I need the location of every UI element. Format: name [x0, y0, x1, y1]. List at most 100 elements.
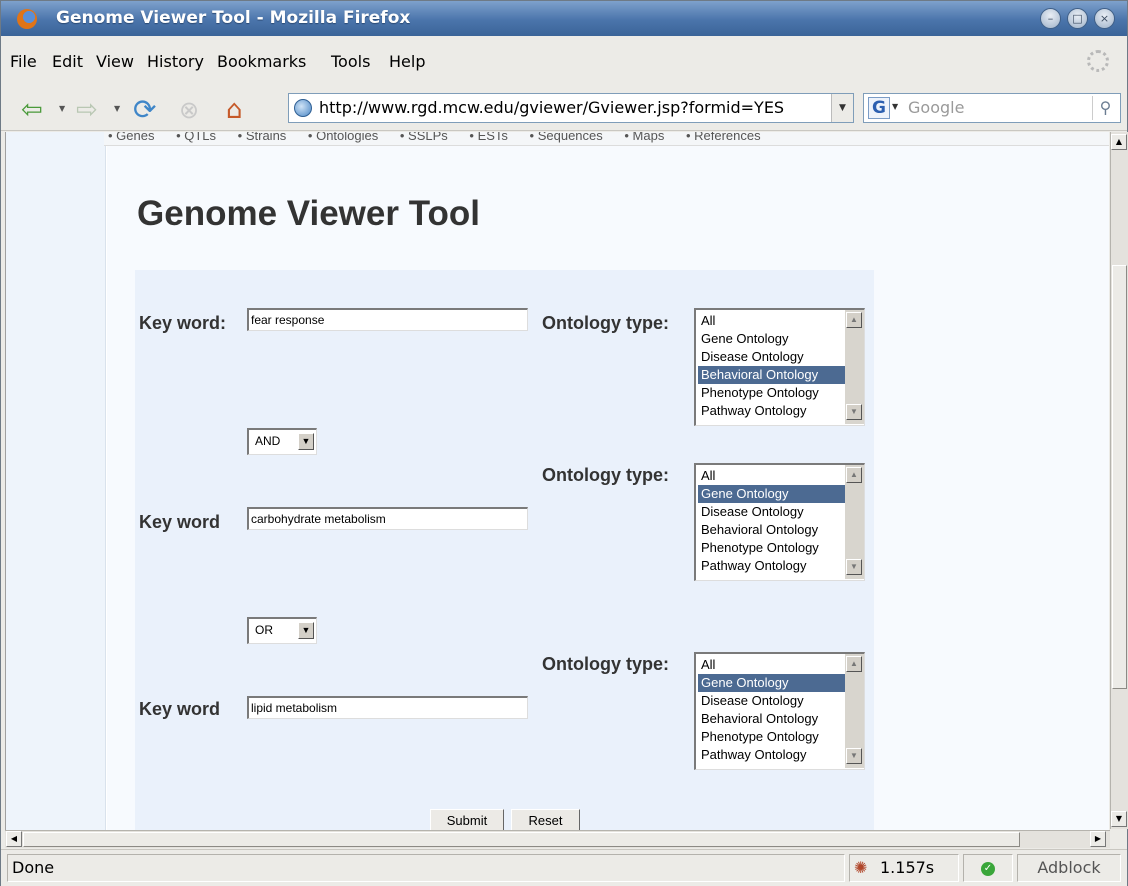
ontology-option[interactable]: Phenotype Ontology [698, 384, 845, 402]
vertical-scroll-thumb[interactable] [1112, 265, 1127, 689]
chevron-down-icon[interactable]: ▼ [298, 433, 314, 450]
chevron-down-icon[interactable]: ▼ [298, 622, 314, 639]
nav-link-sequences[interactable]: • Sequences [530, 132, 603, 143]
menu-bar: File Edit View History Bookmarks Tools H… [1, 37, 1127, 91]
status-text: Done [7, 854, 845, 882]
ontology-option[interactable]: Disease Ontology [698, 692, 845, 710]
ontology-option[interactable]: Disease Ontology [698, 503, 845, 521]
ontology-option-selected[interactable]: Gene Ontology [698, 485, 845, 503]
throbber-icon [1087, 50, 1109, 72]
minimize-icon[interactable]: – [1040, 8, 1061, 29]
forward-history-dropdown-icon[interactable]: ▼ [114, 104, 120, 113]
menu-file[interactable]: File [10, 52, 37, 71]
search-placeholder[interactable]: Google [908, 98, 964, 117]
scroll-up-icon[interactable]: ▲ [846, 312, 862, 328]
scroll-up-icon[interactable]: ▲ [846, 656, 862, 672]
operator-value-2[interactable]: OR [255, 623, 273, 637]
home-icon[interactable]: ⌂ [226, 95, 243, 125]
load-time-panel[interactable]: ✺ 1.157s [849, 854, 959, 882]
browser-window: Genome Viewer Tool - Mozilla Firefox – □… [0, 0, 1128, 886]
menu-history[interactable]: History [147, 52, 204, 71]
nav-link-ontologies[interactable]: • Ontologies [308, 132, 378, 143]
stop-icon[interactable]: ⊗ [179, 95, 199, 125]
search-magnifier-icon[interactable]: ⚲ [1092, 96, 1118, 120]
ontology-option[interactable]: Disease Ontology [698, 348, 845, 366]
nav-link-genes[interactable]: • Genes [108, 132, 154, 143]
menu-help[interactable]: Help [389, 52, 425, 71]
title-bar: Genome Viewer Tool - Mozilla Firefox – □… [1, 1, 1127, 36]
ontology-option[interactable]: Behavioral Ontology [698, 710, 845, 728]
nav-link-ests[interactable]: • ESTs [469, 132, 508, 143]
scroll-left-icon[interactable]: ◀ [6, 831, 22, 847]
keyword-input-3[interactable]: lipid metabolism [247, 696, 528, 719]
ontology-option-selected[interactable]: Gene Ontology [698, 674, 845, 692]
back-history-dropdown-icon[interactable]: ▼ [59, 104, 65, 113]
menu-view[interactable]: View [96, 52, 134, 71]
menu-tools[interactable]: Tools [331, 52, 370, 71]
scroll-right-icon[interactable]: ▶ [1090, 831, 1106, 847]
firefox-logo-icon [17, 9, 37, 29]
ontology-option[interactable]: Pathway Ontology [698, 746, 845, 764]
reload-icon[interactable]: ⟳ [133, 95, 156, 125]
keyword-input-1[interactable]: fear response [247, 308, 528, 331]
url-history-dropdown-icon[interactable]: ▼ [831, 94, 853, 122]
nav-link-references[interactable]: • References [686, 132, 761, 143]
firebug-icon: ✺ [854, 858, 868, 877]
keyword-input-2[interactable]: carbohydrate metabolism [247, 507, 528, 530]
scroll-down-icon[interactable]: ▼ [846, 559, 862, 575]
reset-button[interactable]: Reset [511, 809, 580, 830]
scroll-down-icon[interactable]: ▼ [846, 748, 862, 764]
nav-link-maps[interactable]: • Maps [624, 132, 664, 143]
ontology-option[interactable]: All [698, 312, 845, 330]
ontology-type-list-3[interactable]: All Gene Ontology Disease Ontology Behav… [694, 652, 865, 770]
check-icon: ✓ [981, 861, 995, 876]
keyword-label-1: Key word: [139, 313, 227, 333]
nav-link-strains[interactable]: • Strains [238, 132, 287, 143]
submit-button[interactable]: Submit [430, 809, 504, 830]
ontology-option[interactable]: All [698, 656, 845, 674]
search-engine-icon[interactable]: G [868, 97, 890, 119]
operator-select-2[interactable]: OR ▼ [247, 617, 317, 644]
scroll-down-icon[interactable]: ▼ [1111, 811, 1127, 827]
site-globe-icon [294, 99, 312, 117]
site-nav-links: • Genes • QTLs • Strains • Ontologies • … [104, 132, 1109, 146]
list-scrollbar[interactable]: ▲ ▼ [845, 465, 864, 579]
vertical-scrollbar[interactable]: ▲ ▼ [1110, 132, 1128, 829]
scroll-up-icon[interactable]: ▲ [846, 467, 862, 483]
horizontal-scroll-thumb[interactable] [23, 832, 1020, 847]
search-engine-dropdown-icon[interactable]: ▼ [892, 102, 898, 111]
forward-arrow-icon[interactable]: ⇨ [76, 95, 98, 125]
ontology-option[interactable]: Pathway Ontology [698, 402, 845, 420]
nav-link-qtls[interactable]: • QTLs [176, 132, 216, 143]
ontology-option[interactable]: All [698, 467, 845, 485]
list-scrollbar[interactable]: ▲ ▼ [845, 654, 864, 768]
ontology-type-list-2[interactable]: All Gene Ontology Disease Ontology Behav… [694, 463, 865, 581]
adblock-panel[interactable]: Adblock [1017, 854, 1121, 882]
load-time: 1.157s [880, 858, 935, 877]
nav-link-sslps[interactable]: • SSLPs [400, 132, 448, 143]
keyword-label-3: Key word [139, 699, 221, 719]
list-scrollbar[interactable]: ▲ ▼ [845, 310, 864, 424]
horizontal-scrollbar[interactable]: ◀ ▶ [5, 830, 1110, 848]
ontology-option[interactable]: Phenotype Ontology [698, 539, 845, 557]
scroll-up-icon[interactable]: ▲ [1111, 134, 1127, 150]
page-title: Genome Viewer Tool [137, 194, 480, 233]
ontology-type-list-1[interactable]: All Gene Ontology Disease Ontology Behav… [694, 308, 865, 426]
maximize-icon[interactable]: □ [1067, 8, 1088, 29]
ontology-option[interactable]: Behavioral Ontology [698, 521, 845, 539]
ontology-option[interactable]: Gene Ontology [698, 330, 845, 348]
menu-edit[interactable]: Edit [52, 52, 83, 71]
operator-value-1[interactable]: AND [255, 434, 280, 448]
ontology-option-selected[interactable]: Behavioral Ontology [698, 366, 845, 384]
back-arrow-icon[interactable]: ⇦ [21, 95, 43, 125]
ontology-option[interactable]: Pathway Ontology [698, 557, 845, 575]
search-box[interactable]: G ▼ Google ⚲ [863, 93, 1121, 123]
operator-select-1[interactable]: AND ▼ [247, 428, 317, 455]
security-panel[interactable]: ✓ [963, 854, 1013, 882]
close-icon[interactable]: × [1094, 8, 1115, 29]
scroll-down-icon[interactable]: ▼ [846, 404, 862, 420]
menu-bookmarks[interactable]: Bookmarks [217, 52, 306, 71]
ontology-option[interactable]: Phenotype Ontology [698, 728, 845, 746]
url-text[interactable]: http://www.rgd.mcw.edu/gviewer/Gviewer.j… [319, 98, 784, 117]
url-bar[interactable]: http://www.rgd.mcw.edu/gviewer/Gviewer.j… [288, 93, 854, 123]
